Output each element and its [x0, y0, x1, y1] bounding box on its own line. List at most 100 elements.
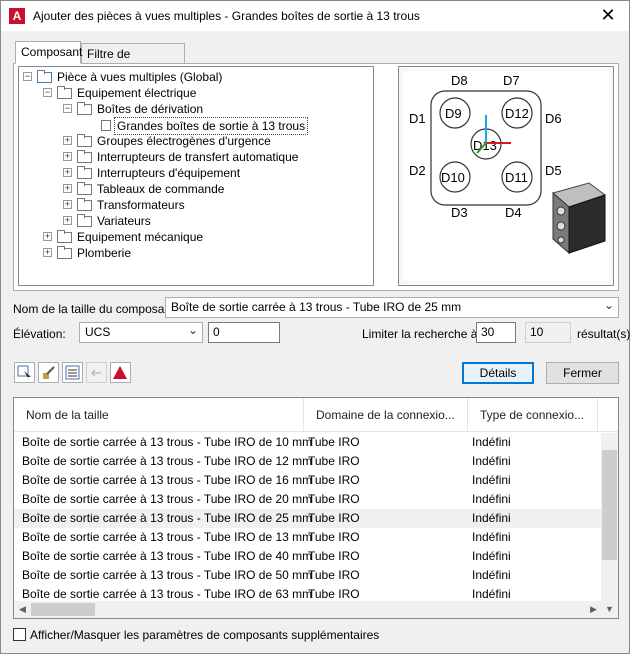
disabled-tool-button[interactable] — [86, 362, 107, 383]
details-button[interactable]: Détails — [462, 362, 534, 384]
vertical-scrollbar[interactable]: ▼ — [601, 433, 618, 618]
cell-size-name: Boîte de sortie carrée à 13 trous - Tube… — [22, 568, 313, 582]
tree-item-transformateurs[interactable]: + Transformateurs — [19, 197, 373, 213]
folder-icon — [77, 198, 92, 211]
cell-domain: Tube IRO — [308, 473, 360, 487]
collapse-icon[interactable]: − — [23, 72, 32, 81]
table-row[interactable]: Boîte de sortie carrée à 13 trous - Tube… — [14, 528, 602, 547]
tree-item-tableaux-commande[interactable]: + Tableaux de commande — [19, 181, 373, 197]
tree-item-global[interactable]: − Pièce à vues multiples (Global) — [19, 69, 373, 85]
tree-item-equipement-electrique[interactable]: − Equipement électrique — [19, 85, 373, 101]
tree-item-interrupteurs-transfert[interactable]: + Interrupteurs de transfert automatique — [19, 149, 373, 165]
tab-composant[interactable]: Composant — [15, 41, 82, 64]
column-header-size-name[interactable]: Nom de la taille — [14, 398, 304, 432]
close-icon[interactable]: ✕ — [593, 4, 623, 28]
size-name-select[interactable]: Boîte de sortie carrée à 13 trous - Tube… — [165, 297, 619, 318]
scroll-left-icon[interactable]: ◀ — [14, 601, 31, 618]
tree-item-label: Transformateurs — [97, 198, 185, 212]
show-extra-params-checkbox[interactable] — [13, 628, 26, 641]
elevation-reference-select[interactable]: UCS ⌄ — [79, 322, 203, 343]
expand-icon[interactable]: + — [63, 152, 72, 161]
tree-item-plomberie[interactable]: + Plomberie — [19, 245, 373, 261]
dialog-window: A Ajouter des pièces à vues multiples - … — [0, 0, 630, 654]
collapse-icon[interactable]: − — [63, 104, 72, 113]
tree-item-equipement-mecanique[interactable]: + Equipement mécanique — [19, 229, 373, 245]
match-properties-button[interactable] — [38, 362, 59, 383]
vertical-scroll-thumb[interactable] — [602, 450, 617, 560]
select-object-button[interactable] — [14, 362, 35, 383]
table-row[interactable]: Boîte de sortie carrée à 13 trous - Tube… — [14, 433, 602, 452]
tree-item-variateurs[interactable]: + Variateurs — [19, 213, 373, 229]
connector-label: D11 — [505, 170, 528, 185]
expand-icon[interactable]: + — [63, 184, 72, 193]
folder-icon — [77, 182, 92, 195]
tree-item-label: Interrupteurs d'équipement — [97, 166, 241, 180]
table-row[interactable]: Boîte de sortie carrée à 13 trous - Tube… — [14, 566, 602, 585]
close-button[interactable]: Fermer — [546, 362, 619, 384]
cell-size-name: Boîte de sortie carrée à 13 trous - Tube… — [22, 492, 313, 506]
cell-size-name: Boîte de sortie carrée à 13 trous - Tube… — [22, 473, 313, 487]
tree-item-label: Pièce à vues multiples (Global) — [57, 70, 223, 84]
cell-type: Indéfini — [472, 454, 511, 468]
table-row-selected[interactable]: Boîte de sortie carrée à 13 trous - Tube… — [14, 509, 602, 528]
tree-item-boites-derivation[interactable]: − Boîtes de dérivation — [19, 101, 373, 117]
size-name-value: Boîte de sortie carrée à 13 trous - Tube… — [171, 300, 462, 314]
tree-item-label: Groupes électrogènes d'urgence — [97, 134, 271, 148]
elevation-reference-value: UCS — [85, 325, 111, 339]
connector-label: D4 — [505, 205, 522, 220]
size-name-label: Nom de la taille du composant: — [13, 302, 178, 316]
tree-item-groupes-electrogenes[interactable]: + Groupes électrogènes d'urgence — [19, 133, 373, 149]
expand-icon[interactable]: + — [63, 168, 72, 177]
autocad-app-icon: A — [9, 8, 25, 24]
connector-label: D1 — [409, 111, 426, 126]
tree-item-label: Variateurs — [97, 214, 151, 228]
select-object-icon — [17, 365, 31, 380]
list-view-button[interactable] — [62, 362, 83, 383]
table-row[interactable]: Boîte de sortie carrée à 13 trous - Tube… — [14, 490, 602, 509]
elevation-input[interactable]: 0 — [208, 322, 280, 343]
cell-domain: Tube IRO — [308, 454, 360, 468]
connector-label: D6 — [545, 111, 562, 126]
connector-label: D9 — [445, 106, 462, 121]
horizontal-scroll-thumb[interactable] — [31, 603, 95, 616]
tree-item-interrupteurs-equipement[interactable]: + Interrupteurs d'équipement — [19, 165, 373, 181]
column-header-connection-type[interactable]: Type de connexio... — [468, 398, 598, 432]
connector-label: D8 — [451, 73, 468, 88]
table-row[interactable]: Boîte de sortie carrée à 13 trous - Tube… — [14, 452, 602, 471]
component-tree[interactable]: − Pièce à vues multiples (Global) − Equi… — [18, 66, 374, 286]
expand-icon[interactable]: + — [63, 136, 72, 145]
folder-icon — [77, 166, 92, 179]
expand-icon[interactable]: + — [63, 216, 72, 225]
cell-type: Indéfini — [472, 492, 511, 506]
cell-type: Indéfini — [472, 435, 511, 449]
tree-item-label: Boîtes de dérivation — [97, 102, 204, 116]
column-header-connection-domain[interactable]: Domaine de la connexio... — [304, 398, 468, 432]
limit-search-label: Limiter la recherche à: — [362, 327, 481, 341]
cell-domain: Tube IRO — [308, 549, 360, 563]
folder-icon — [77, 214, 92, 227]
iso-hole — [557, 236, 565, 244]
show-extra-params-label[interactable]: Afficher/Masquer les paramètres de compo… — [30, 628, 379, 642]
scroll-right-icon[interactable]: ▶ — [585, 601, 602, 618]
horizontal-scrollbar[interactable]: ◀ ▶ — [14, 601, 602, 618]
limit-search-input[interactable]: 30 — [476, 322, 516, 343]
expand-icon[interactable]: + — [43, 232, 52, 241]
autocad-tool-button[interactable] — [110, 362, 131, 383]
cell-size-name: Boîte de sortie carrée à 13 trous - Tube… — [22, 549, 313, 563]
grid-header: Nom de la taille Domaine de la connexio.… — [14, 398, 618, 432]
list-view-icon — [65, 365, 80, 380]
expand-icon[interactable]: + — [43, 248, 52, 257]
expand-icon[interactable]: + — [63, 200, 72, 209]
tree-item-grandes-boites[interactable]: Grandes boîtes de sortie à 13 trous — [19, 117, 373, 135]
cell-type: Indéfini — [472, 473, 511, 487]
collapse-icon[interactable]: − — [43, 88, 52, 97]
results-suffix: résultat(s) — [577, 327, 630, 341]
tab-filtre-composant[interactable]: Filtre de composant — [81, 43, 185, 75]
chevron-down-icon: ⌄ — [603, 298, 614, 312]
table-row[interactable]: Boîte de sortie carrée à 13 trous - Tube… — [14, 471, 602, 490]
table-row[interactable]: Boîte de sortie carrée à 13 trous - Tube… — [14, 547, 602, 566]
title-bar: A Ajouter des pièces à vues multiples - … — [1, 1, 629, 31]
cell-domain: Tube IRO — [308, 568, 360, 582]
scroll-down-icon[interactable]: ▼ — [601, 601, 618, 618]
folder-icon — [77, 134, 92, 147]
